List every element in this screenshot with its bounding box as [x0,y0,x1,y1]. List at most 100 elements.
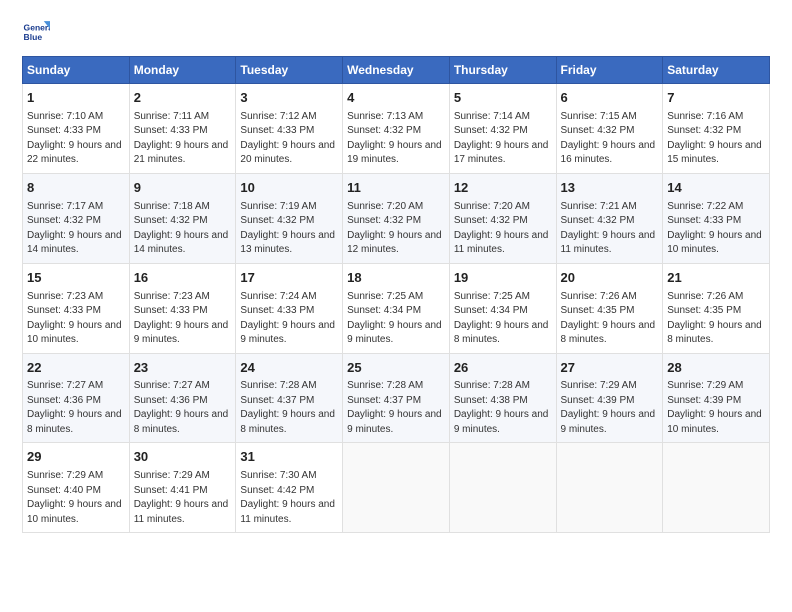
cell-info: Sunrise: 7:13 AMSunset: 4:32 PMDaylight:… [347,111,442,166]
cell-info: Sunrise: 7:27 AMSunset: 4:36 PMDaylight:… [27,380,122,435]
cell-info: Sunrise: 7:20 AMSunset: 4:32 PMDaylight:… [347,201,442,256]
calendar-week-3: 15 Sunrise: 7:23 AMSunset: 4:33 PMDayligh… [23,263,770,353]
cell-info: Sunrise: 7:23 AMSunset: 4:33 PMDaylight:… [27,291,122,346]
cell-info: Sunrise: 7:29 AMSunset: 4:40 PMDaylight:… [27,470,122,525]
day-number: 10 [240,179,338,198]
day-number: 20 [561,269,659,288]
day-number: 18 [347,269,445,288]
cell-info: Sunrise: 7:14 AMSunset: 4:32 PMDaylight:… [454,111,549,166]
calendar-cell: 9 Sunrise: 7:18 AMSunset: 4:32 PMDaylight… [129,173,236,263]
weekday-header-friday: Friday [556,57,663,84]
calendar-cell: 10Sunrise: 7:19 AMSunset: 4:32 PMDayligh… [236,173,343,263]
calendar-cell: 22 Sunrise: 7:27 AMSunset: 4:36 PMDayligh… [23,353,130,443]
calendar-page: General Blue SundayMondayTuesdayWednesda… [0,0,792,612]
day-number: 4 [347,89,445,108]
cell-info: Sunrise: 7:25 AMSunset: 4:34 PMDaylight:… [347,291,442,346]
calendar-cell: 25 Sunrise: 7:28 AMSunset: 4:37 PMDayligh… [343,353,450,443]
calendar-cell [556,443,663,533]
calendar-cell: 7 Sunrise: 7:16 AMSunset: 4:32 PMDaylight… [663,84,770,174]
day-number: 6 [561,89,659,108]
day-number: 26 [454,359,552,378]
cell-info: Sunrise: 7:28 AMSunset: 4:37 PMDaylight:… [347,380,442,435]
logo-icon: General Blue [22,18,50,46]
day-number: 21 [667,269,765,288]
calendar-cell: 29 Sunrise: 7:29 AMSunset: 4:40 PMDayligh… [23,443,130,533]
svg-text:Blue: Blue [24,32,43,42]
weekday-header-sunday: Sunday [23,57,130,84]
calendar-cell: 2Sunrise: 7:11 AMSunset: 4:33 PMDaylight… [129,84,236,174]
calendar-cell: 15 Sunrise: 7:23 AMSunset: 4:33 PMDayligh… [23,263,130,353]
day-number: 9 [134,179,232,198]
day-number: 30 [134,448,232,467]
calendar-cell: 16 Sunrise: 7:23 AMSunset: 4:33 PMDayligh… [129,263,236,353]
day-number: 16 [134,269,232,288]
cell-info: Sunrise: 7:10 AMSunset: 4:33 PMDaylight:… [27,111,122,166]
day-number: 1 [27,89,125,108]
day-number: 5 [454,89,552,108]
day-number: 23 [134,359,232,378]
logo: General Blue [22,18,54,46]
day-number: 7 [667,89,765,108]
calendar-cell: 13 Sunrise: 7:21 AMSunset: 4:32 PMDayligh… [556,173,663,263]
cell-info: Sunrise: 7:22 AMSunset: 4:33 PMDaylight:… [667,201,762,256]
calendar-table: SundayMondayTuesdayWednesdayThursdayFrid… [22,56,770,533]
cell-info: Sunrise: 7:28 AMSunset: 4:37 PMDaylight:… [240,380,335,435]
calendar-cell: 3 Sunrise: 7:12 AMSunset: 4:33 PMDaylight… [236,84,343,174]
calendar-cell: 11 Sunrise: 7:20 AMSunset: 4:32 PMDayligh… [343,173,450,263]
calendar-cell: 23Sunrise: 7:27 AMSunset: 4:36 PMDayligh… [129,353,236,443]
day-number: 8 [27,179,125,198]
calendar-cell: 24 Sunrise: 7:28 AMSunset: 4:37 PMDayligh… [236,353,343,443]
cell-info: Sunrise: 7:21 AMSunset: 4:32 PMDaylight:… [561,201,656,256]
calendar-week-1: 1 Sunrise: 7:10 AMSunset: 4:33 PMDaylight… [23,84,770,174]
day-number: 3 [240,89,338,108]
day-number: 29 [27,448,125,467]
day-number: 17 [240,269,338,288]
cell-info: Sunrise: 7:28 AMSunset: 4:38 PMDaylight:… [454,380,549,435]
weekday-header-wednesday: Wednesday [343,57,450,84]
calendar-cell: 18 Sunrise: 7:25 AMSunset: 4:34 PMDayligh… [343,263,450,353]
calendar-week-5: 29 Sunrise: 7:29 AMSunset: 4:40 PMDayligh… [23,443,770,533]
weekday-header-monday: Monday [129,57,236,84]
day-number: 31 [240,448,338,467]
cell-info: Sunrise: 7:18 AMSunset: 4:32 PMDaylight:… [134,201,229,256]
calendar-cell: 31Sunrise: 7:30 AMSunset: 4:42 PMDayligh… [236,443,343,533]
cell-info: Sunrise: 7:17 AMSunset: 4:32 PMDaylight:… [27,201,122,256]
calendar-cell: 21Sunrise: 7:26 AMSunset: 4:35 PMDayligh… [663,263,770,353]
cell-info: Sunrise: 7:23 AMSunset: 4:33 PMDaylight:… [134,291,229,346]
day-number: 27 [561,359,659,378]
calendar-cell: 26 Sunrise: 7:28 AMSunset: 4:38 PMDayligh… [449,353,556,443]
cell-info: Sunrise: 7:12 AMSunset: 4:33 PMDaylight:… [240,111,335,166]
cell-info: Sunrise: 7:26 AMSunset: 4:35 PMDaylight:… [561,291,656,346]
day-number: 25 [347,359,445,378]
calendar-cell [343,443,450,533]
calendar-cell: 8 Sunrise: 7:17 AMSunset: 4:32 PMDaylight… [23,173,130,263]
day-number: 24 [240,359,338,378]
day-number: 28 [667,359,765,378]
cell-info: Sunrise: 7:15 AMSunset: 4:32 PMDaylight:… [561,111,656,166]
calendar-cell: 4 Sunrise: 7:13 AMSunset: 4:32 PMDaylight… [343,84,450,174]
cell-info: Sunrise: 7:29 AMSunset: 4:39 PMDaylight:… [561,380,656,435]
calendar-cell: 6 Sunrise: 7:15 AMSunset: 4:32 PMDaylight… [556,84,663,174]
day-number: 13 [561,179,659,198]
day-number: 19 [454,269,552,288]
cell-info: Sunrise: 7:25 AMSunset: 4:34 PMDaylight:… [454,291,549,346]
calendar-cell: 20 Sunrise: 7:26 AMSunset: 4:35 PMDayligh… [556,263,663,353]
svg-text:General: General [24,22,50,32]
calendar-cell: 19 Sunrise: 7:25 AMSunset: 4:34 PMDayligh… [449,263,556,353]
calendar-cell: 28Sunrise: 7:29 AMSunset: 4:39 PMDayligh… [663,353,770,443]
calendar-cell [663,443,770,533]
calendar-cell [449,443,556,533]
weekday-header-thursday: Thursday [449,57,556,84]
day-number: 12 [454,179,552,198]
cell-info: Sunrise: 7:29 AMSunset: 4:41 PMDaylight:… [134,470,229,525]
calendar-cell: 12 Sunrise: 7:20 AMSunset: 4:32 PMDayligh… [449,173,556,263]
calendar-cell: 27 Sunrise: 7:29 AMSunset: 4:39 PMDayligh… [556,353,663,443]
cell-info: Sunrise: 7:20 AMSunset: 4:32 PMDaylight:… [454,201,549,256]
cell-info: Sunrise: 7:11 AMSunset: 4:33 PMDaylight:… [134,111,229,166]
day-number: 15 [27,269,125,288]
calendar-cell: 14Sunrise: 7:22 AMSunset: 4:33 PMDayligh… [663,173,770,263]
day-number: 11 [347,179,445,198]
calendar-cell: 17Sunrise: 7:24 AMSunset: 4:33 PMDayligh… [236,263,343,353]
day-number: 22 [27,359,125,378]
cell-info: Sunrise: 7:16 AMSunset: 4:32 PMDaylight:… [667,111,762,166]
